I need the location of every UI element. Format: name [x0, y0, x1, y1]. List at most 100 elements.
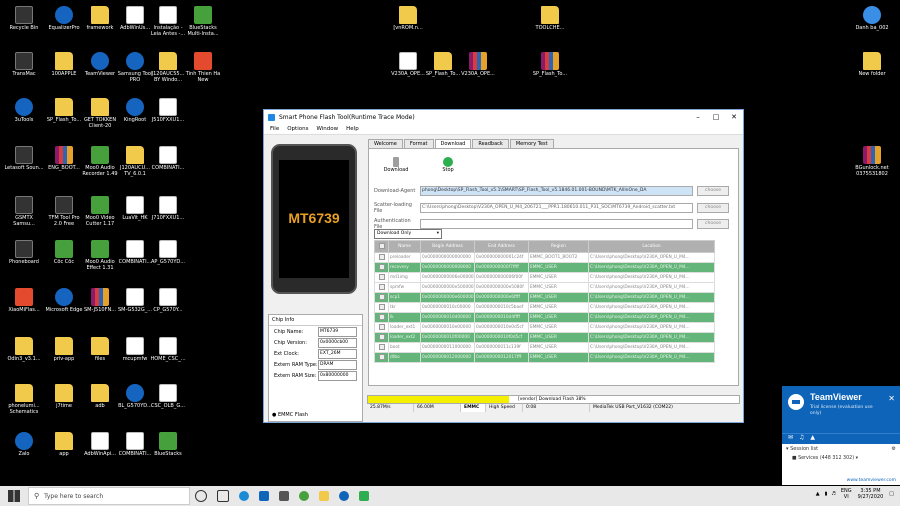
tab-format[interactable]: Format [403, 139, 434, 148]
header-check[interactable] [374, 240, 389, 253]
desktop-icon[interactable]: J710FXXU1... [148, 196, 188, 221]
desktop-icon[interactable]: files [80, 337, 120, 362]
table-row[interactable]: spmfw 0x0000000000e500000 0x0000000000e508… [374, 282, 715, 293]
desktop-icon[interactable]: SP_Flash_To... [423, 52, 463, 77]
teamviewer-task-icon[interactable] [339, 491, 349, 501]
tab-memory-test[interactable]: Memory Test [509, 139, 554, 148]
desktop-icon[interactable]: priv-app [44, 337, 84, 362]
teamviewer-url[interactable]: www.teamviewer.com [847, 478, 896, 483]
desktop-icon[interactable]: 100APPLE [44, 52, 84, 77]
desktop-icon[interactable]: J510FXXU1... [148, 98, 188, 123]
choose-da-button[interactable]: choose [697, 186, 729, 196]
desktop-icon[interactable]: Recycle Bin [4, 6, 44, 31]
desktop-icon[interactable]: Microsoft Edge [44, 288, 84, 313]
download-agent-field[interactable]: phong\Desktop\SP_Flash_Tool_v5.1\SMART\S… [420, 186, 693, 196]
row-checkbox[interactable] [374, 322, 389, 333]
desktop-icon[interactable]: SP_Flash_To... [530, 52, 570, 77]
desktop-icon[interactable]: V230A_OPE... [388, 52, 428, 77]
choose-auth-button[interactable]: choose [697, 219, 729, 229]
desktop-icon[interactable]: SM-J510FN... [80, 288, 120, 313]
menu-window[interactable]: Window [316, 126, 338, 132]
desktop-icon[interactable]: V230A_OPE... [458, 52, 498, 77]
desktop-icon[interactable]: HOME_CSC_... [148, 337, 188, 362]
close-icon[interactable]: ✕ [725, 113, 743, 121]
auth-file-field[interactable] [420, 219, 693, 229]
desktop-icon[interactable]: Odin3_v3.1... [4, 337, 44, 362]
volume-icon[interactable]: ♬ [831, 491, 835, 497]
scatter-file-field[interactable]: C:\Users\phong\Desktop\V230A_OPEN_U_M4_2… [420, 203, 693, 213]
table-row[interactable]: preloader 0x0000000000000000 0x00000000000… [374, 252, 715, 263]
services-entry[interactable]: ■ Services (448 312 302) ▾ [782, 454, 900, 463]
task-view-icon[interactable] [217, 490, 229, 502]
desktop-icon[interactable]: Cốc Cốc [44, 240, 84, 265]
desktop-icon[interactable]: COMBINATI... [148, 146, 188, 171]
desktop-icon[interactable]: Moo0 Video Cutter 1.17 [80, 196, 120, 227]
gear-icon[interactable]: ⚙ [892, 446, 896, 452]
desktop-icon[interactable]: Tinh Thien Ha New [183, 52, 223, 83]
desktop-icon[interactable]: [vnROM.n... [388, 6, 428, 31]
mail-icon[interactable] [259, 491, 269, 501]
desktop-icon[interactable]: GET TOKKEN Client-20 [80, 98, 120, 129]
table-row[interactable]: lk 0x0000000010d00000 0x0000000010d4ffff EM… [374, 312, 715, 323]
session-list-row[interactable]: ▾ Session list ⚙ [782, 444, 900, 454]
desktop-icon[interactable]: AP_G570YD... [148, 240, 188, 265]
desktop-icon[interactable]: TOOLCHE... [530, 6, 570, 31]
stop-button[interactable]: Stop [433, 157, 463, 173]
row-checkbox[interactable] [374, 352, 389, 363]
desktop-icon[interactable]: TransMac [4, 52, 44, 77]
desktop-icon[interactable]: framework [80, 6, 120, 31]
download-button[interactable]: Download [381, 157, 411, 173]
desktop-icon[interactable]: Zalo [4, 432, 44, 457]
desktop-icon[interactable]: j7time [44, 384, 84, 409]
row-checkbox[interactable] [374, 302, 389, 313]
desktop-icon[interactable]: Danh ba_002 [852, 6, 892, 31]
table-row[interactable]: md1img 0x00000000006e00000 0x000000000006f… [374, 272, 715, 283]
table-row[interactable]: loader_ext2 0x0000000010f00000 0x000000001… [374, 332, 715, 343]
taskbar-search[interactable]: ⚲ Type here to search [28, 487, 190, 505]
menu-file[interactable]: File [270, 126, 279, 132]
row-checkbox[interactable] [374, 342, 389, 353]
desktop-icon[interactable]: app [44, 432, 84, 457]
row-checkbox[interactable] [374, 292, 389, 303]
desktop-icon[interactable]: CP_G570Y... [148, 288, 188, 313]
desktop-icon[interactable]: BlueStacks [148, 432, 188, 457]
maximize-icon[interactable]: □ [707, 113, 725, 121]
desktop-icon[interactable]: TeamViewer [80, 52, 120, 77]
desktop-icon[interactable]: EqualizerPro [44, 6, 84, 31]
store-icon[interactable] [279, 491, 289, 501]
notification-icon[interactable]: □ [889, 491, 894, 497]
tab-readback[interactable]: Readback [472, 139, 509, 148]
title-bar[interactable]: Smart Phone Flash Tool(Runtime Trace Mod… [264, 110, 743, 124]
tab-welcome[interactable]: Welcome [368, 139, 403, 148]
row-checkbox[interactable] [374, 312, 389, 323]
minimize-icon[interactable]: – [689, 113, 707, 121]
windows-start-icon[interactable] [8, 490, 20, 502]
row-checkbox[interactable] [374, 272, 389, 283]
edge-icon[interactable] [239, 491, 249, 501]
cortana-icon[interactable] [195, 490, 207, 502]
desktop-icon[interactable]: CSC_OLB_G... [148, 384, 188, 409]
menu-help[interactable]: Help [346, 126, 359, 132]
clock[interactable]: 3:35 PM 9/27/2020 [858, 488, 884, 500]
row-checkbox[interactable] [374, 282, 389, 293]
table-row[interactable]: tkr 0x0000000010c00000 0x0000000010c5baef E… [374, 302, 715, 313]
desktop-icon[interactable]: Instalação - Leia Antes -... [148, 6, 188, 37]
tray-arrow-icon[interactable]: ▲ [816, 491, 820, 497]
row-checkbox[interactable] [374, 262, 389, 273]
table-row[interactable]: loader_ext1 0x0000000010e00000 0x000000001… [374, 322, 715, 333]
table-row[interactable]: recovery 0x0000000000008000 0x0000000000f7… [374, 262, 715, 273]
close-icon[interactable]: ✕ [888, 394, 895, 403]
chat-icon[interactable]: ✉ [788, 434, 793, 444]
desktop-icon[interactable]: Letasoft Soun... [4, 146, 44, 171]
desktop-icon[interactable]: ENG_BOOT... [44, 146, 84, 171]
choose-scatter-button[interactable]: choose [697, 203, 729, 213]
desktop-icon[interactable]: New folder [852, 52, 892, 77]
files-icon[interactable] [319, 491, 329, 501]
row-checkbox[interactable] [374, 252, 389, 263]
download-mode-select[interactable]: Download Only ▾ [374, 229, 442, 239]
table-row[interactable]: boot 0x0000000011000000 0x0000000011c139f E… [374, 342, 715, 353]
tab-download[interactable]: Download [434, 139, 472, 148]
flash-tool-task-icon[interactable] [359, 491, 369, 501]
desktop-icon[interactable]: Moo0 Audio Effect 1.31 [80, 240, 120, 271]
desktop-icon[interactable]: J120AUC55... BY Windo... [148, 52, 188, 83]
